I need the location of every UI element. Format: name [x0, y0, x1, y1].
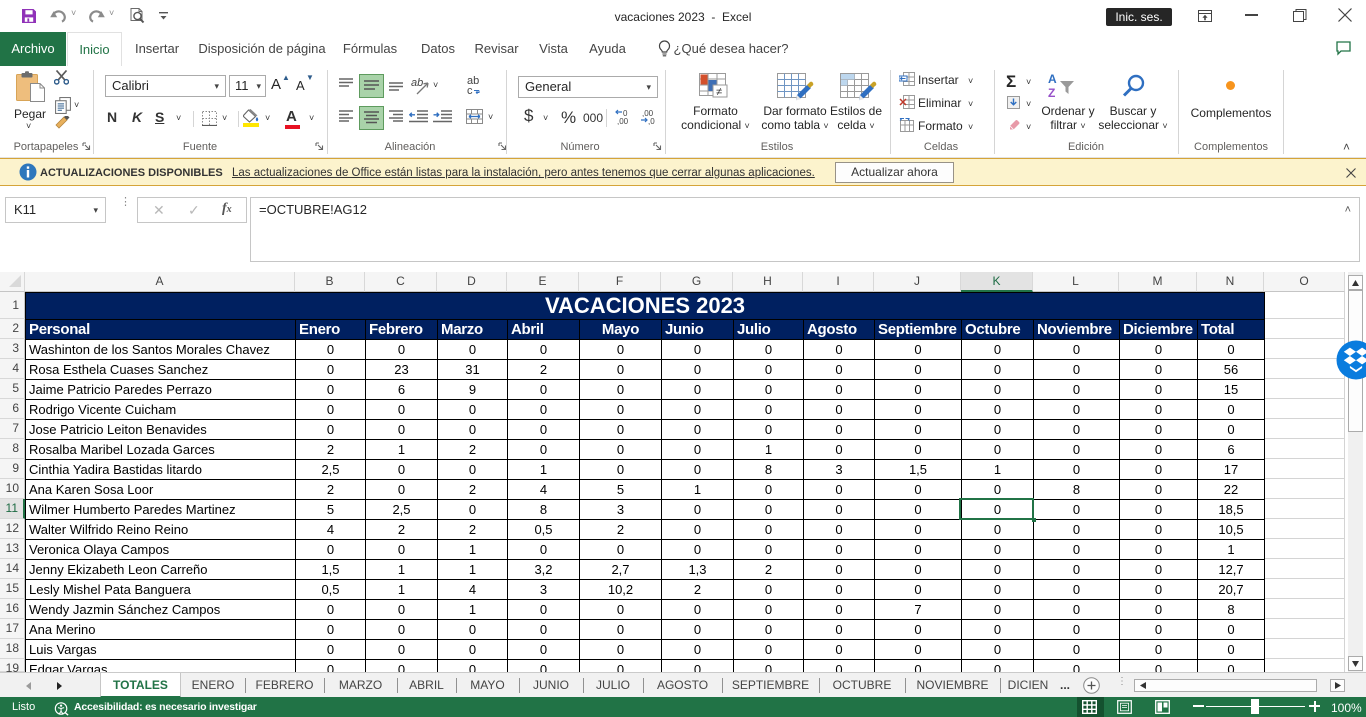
svg-text:ab: ab	[411, 77, 423, 89]
svg-text:Z: Z	[1048, 86, 1055, 100]
svg-text:≠: ≠	[716, 86, 722, 98]
svg-text:,0: ,0	[648, 117, 655, 126]
svg-text:A: A	[1048, 72, 1057, 86]
svg-text:c: c	[467, 85, 473, 96]
svg-text:,00: ,00	[617, 117, 629, 126]
